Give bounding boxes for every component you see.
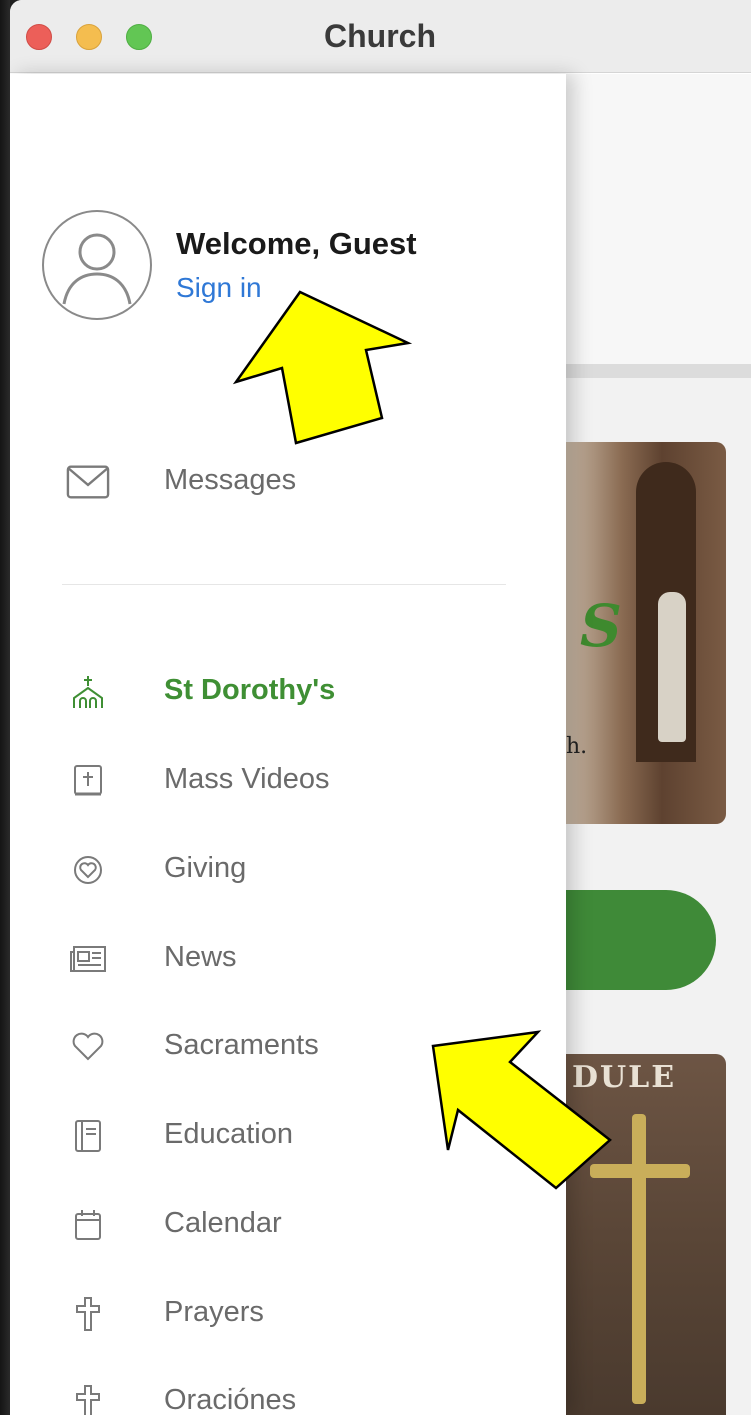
sidebar-item-news[interactable]: News bbox=[10, 923, 566, 993]
background-header-area bbox=[566, 74, 751, 364]
church-icon bbox=[66, 672, 110, 712]
cross-icon bbox=[66, 1382, 110, 1415]
envelope-icon bbox=[66, 462, 110, 502]
sidebar-item-education[interactable]: Education bbox=[10, 1100, 566, 1170]
menu-divider bbox=[62, 584, 506, 585]
user-avatar-icon bbox=[62, 233, 132, 305]
background-content: S h. DULE bbox=[566, 74, 751, 1415]
navigation-drawer: Welcome, Guest Sign in Messages St Dorot… bbox=[10, 74, 566, 1415]
sidebar-item-st-dorothys[interactable]: St Dorothy's bbox=[10, 656, 566, 726]
background-schedule-card[interactable]: DULE bbox=[566, 1054, 726, 1415]
book-icon bbox=[66, 1116, 110, 1156]
logo-letter: S bbox=[580, 592, 622, 660]
sidebar-item-label: Giving bbox=[164, 852, 247, 884]
sidebar-item-label: Mass Videos bbox=[164, 763, 330, 795]
sidebar-item-label: St Dorothy's bbox=[164, 674, 336, 706]
calendar-icon bbox=[66, 1205, 110, 1245]
sidebar-item-label: Oraciónes bbox=[164, 1384, 297, 1415]
sidebar-item-label: Calendar bbox=[164, 1207, 282, 1239]
desktop-edge bbox=[0, 0, 10, 1415]
welcome-text: Welcome, Guest bbox=[176, 226, 417, 261]
app-window: Church S h. DULE Welcome, Guest Sign in bbox=[10, 0, 751, 1415]
sidebar-item-prayers[interactable]: Prayers bbox=[10, 1278, 566, 1348]
title-bar: Church bbox=[10, 0, 751, 73]
background-divider bbox=[566, 364, 751, 378]
sidebar-item-label: Messages bbox=[164, 464, 297, 496]
statue-image bbox=[658, 592, 686, 742]
card-caption: h. bbox=[566, 734, 588, 759]
newspaper-icon bbox=[66, 939, 110, 979]
window-title: Church bbox=[324, 18, 436, 54]
bible-icon bbox=[66, 761, 110, 801]
sidebar-item-label: Prayers bbox=[164, 1296, 264, 1328]
sidebar-item-label: Sacraments bbox=[164, 1029, 319, 1061]
cross-icon bbox=[66, 1294, 110, 1334]
sidebar-item-label: Education bbox=[164, 1118, 293, 1150]
sidebar-item-giving[interactable]: Giving bbox=[10, 834, 566, 904]
crucifix-image bbox=[632, 1114, 646, 1404]
schedule-card-title: DULE bbox=[572, 1060, 677, 1095]
sidebar-item-calendar[interactable]: Calendar bbox=[10, 1189, 566, 1259]
minimize-window-button[interactable] bbox=[76, 24, 102, 50]
maximize-window-button[interactable] bbox=[126, 24, 152, 50]
sidebar-item-mass-videos[interactable]: Mass Videos bbox=[10, 745, 566, 815]
sidebar-item-sacraments[interactable]: Sacraments bbox=[10, 1011, 566, 1081]
giving-heart-icon bbox=[66, 850, 110, 890]
sidebar-item-messages[interactable]: Messages bbox=[10, 446, 566, 516]
background-featured-card[interactable]: S h. bbox=[566, 442, 726, 824]
avatar[interactable] bbox=[42, 210, 152, 320]
heart-icon bbox=[66, 1027, 110, 1067]
sidebar-item-oraciones[interactable]: Oraciónes bbox=[10, 1366, 566, 1415]
crucifix-arm bbox=[590, 1164, 690, 1178]
background-green-button[interactable] bbox=[566, 890, 716, 990]
close-window-button[interactable] bbox=[26, 24, 52, 50]
sign-in-link[interactable]: Sign in bbox=[176, 272, 262, 304]
sidebar-item-label: News bbox=[164, 941, 237, 973]
